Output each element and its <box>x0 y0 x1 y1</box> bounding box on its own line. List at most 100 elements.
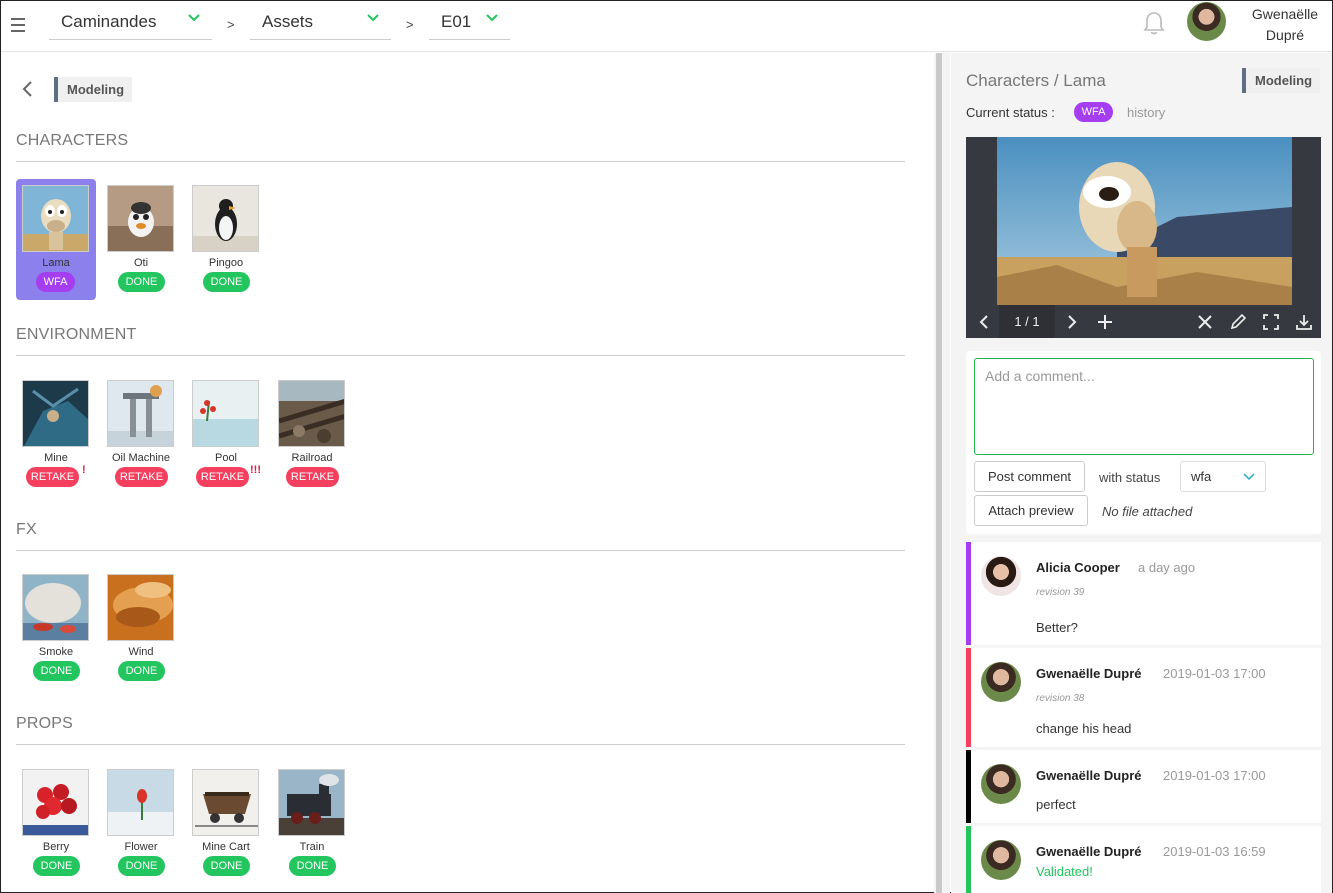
chevron-right-icon[interactable] <box>1063 313 1081 331</box>
asset-name: Pool <box>214 452 238 464</box>
asset-card-lama[interactable]: Lama WFA <box>16 179 96 300</box>
asset-thumbnail <box>22 769 89 836</box>
asset-card-flower[interactable]: Flower DONE <box>101 763 181 884</box>
task-type-label: Modeling <box>54 77 133 102</box>
status-select[interactable]: wfa <box>1180 461 1266 492</box>
comment-text: change his head <box>1036 721 1132 736</box>
top-bar: Caminandes > Assets > E01 Gwenaëlle Dupr… <box>1 1 1332 52</box>
asset-card-mine[interactable]: Mine RETAKE ! <box>16 374 96 495</box>
comment-date: a day ago <box>1138 560 1196 575</box>
section-title-props: PROPS <box>16 715 74 732</box>
chevron-down-icon <box>486 14 498 22</box>
comment-revision: revision 38 <box>1036 693 1085 704</box>
panel-splitter[interactable] <box>934 53 950 893</box>
section-title-environment: ENVIRONMENT <box>16 326 137 343</box>
avatar <box>981 556 1021 596</box>
pencil-icon[interactable] <box>1229 313 1247 331</box>
preview-controls: 1 / 1 <box>966 305 1321 338</box>
comment-item: Gwenaëlle Dupré 2019-01-03 16:59 Validat… <box>966 826 1321 893</box>
asset-thumbnail <box>192 769 259 836</box>
status-select-value: wfa <box>1191 469 1212 484</box>
type-select[interactable]: Assets <box>250 7 391 40</box>
fullscreen-icon[interactable] <box>1262 313 1280 331</box>
asset-thumbnail <box>107 769 174 836</box>
task-detail-panel: Characters / Lama Modeling Current statu… <box>951 53 1332 893</box>
asset-name: Flower <box>124 841 158 853</box>
status-badge: DONE <box>118 856 165 876</box>
asset-card-train[interactable]: Train DONE <box>272 763 352 884</box>
status-badge: RETAKE <box>286 467 339 487</box>
comment-form: Post comment with status wfa Attach prev… <box>966 351 1321 534</box>
no-file-label: No file attached <box>1102 504 1193 519</box>
asset-card-pingoo[interactable]: Pingoo DONE <box>186 179 266 300</box>
chevron-down-icon <box>367 14 379 22</box>
asset-card-berry[interactable]: Berry DONE <box>16 763 96 884</box>
entity-title: Characters / Lama <box>966 71 1106 90</box>
chevron-left-icon[interactable] <box>975 313 993 331</box>
avatar <box>981 662 1021 702</box>
priority-indicator: ! <box>82 464 86 476</box>
asset-card-wind[interactable]: Wind DONE <box>101 568 181 689</box>
asset-name: Lama <box>42 257 70 269</box>
status-badge: DONE <box>203 272 250 292</box>
comment-item: Gwenaëlle Dupré 2019-01-03 17:00 revisio… <box>966 648 1321 747</box>
section-divider <box>16 744 905 745</box>
comment-revision: revision 39 <box>1036 587 1085 598</box>
user-last-name: Dupré <box>1265 27 1305 43</box>
asset-card-oti[interactable]: Oti DONE <box>101 179 181 300</box>
asset-name: Berry <box>42 841 70 853</box>
preview-image[interactable] <box>997 137 1292 305</box>
back-arrow-icon[interactable] <box>20 80 34 98</box>
status-badge: WFA <box>1074 102 1113 122</box>
production-select[interactable]: Caminandes <box>49 7 212 40</box>
comment-item: Gwenaëlle Dupré 2019-01-03 17:00 perfect <box>966 750 1321 823</box>
asset-card-smoke[interactable]: Smoke DONE <box>16 568 96 689</box>
comment-text: Validated! <box>1036 864 1093 879</box>
comment-date: 2019-01-03 16:59 <box>1163 844 1266 859</box>
avatar <box>981 840 1021 880</box>
attach-preview-button[interactable]: Attach preview <box>974 495 1088 526</box>
asset-card-pool[interactable]: Pool RETAKE !!! <box>186 374 266 495</box>
section-divider <box>16 355 905 356</box>
asset-thumbnail <box>192 185 259 252</box>
asset-name: Mine Cart <box>202 841 250 853</box>
asset-name: Railroad <box>291 452 333 464</box>
priority-indicator: !!! <box>250 464 261 476</box>
comment-date: 2019-01-03 17:00 <box>1163 768 1266 783</box>
menu-icon[interactable] <box>11 13 27 37</box>
breadcrumb-separator: > <box>406 17 414 32</box>
episode-select[interactable]: E01 <box>429 7 510 40</box>
type-select-label: Assets <box>262 12 314 31</box>
comment-author: Gwenaëlle Dupré <box>1036 768 1142 783</box>
asset-name: Oti <box>133 257 149 269</box>
history-link[interactable]: history <box>1127 105 1165 120</box>
chevron-down-icon <box>1243 473 1255 481</box>
comment-author: Gwenaëlle Dupré <box>1036 666 1142 681</box>
asset-name: Oil Machine <box>111 452 171 464</box>
avatar[interactable] <box>1187 2 1226 41</box>
asset-list-panel: Modeling CHARACTERS Lama WFA Oti DONE Pi… <box>1 53 934 893</box>
close-icon[interactable] <box>1196 313 1214 331</box>
post-comment-button[interactable]: Post comment <box>974 461 1085 492</box>
status-badge: DONE <box>118 272 165 292</box>
asset-name: Wind <box>128 646 154 658</box>
episode-select-label: E01 <box>441 12 472 31</box>
status-badge: DONE <box>203 856 250 876</box>
plus-icon[interactable] <box>1096 313 1114 331</box>
user-name[interactable]: Gwenaëlle Dupré <box>1247 4 1323 46</box>
asset-thumbnail <box>22 574 89 641</box>
asset-name: Pingoo <box>208 257 244 269</box>
asset-card-railroad[interactable]: Railroad RETAKE <box>272 374 352 495</box>
download-icon[interactable] <box>1295 313 1313 331</box>
comment-author: Alicia Cooper <box>1036 560 1120 575</box>
comment-input[interactable] <box>974 358 1314 455</box>
with-status-label: with status <box>1099 470 1161 485</box>
bell-icon[interactable] <box>1142 10 1166 36</box>
preview-player: 1 / 1 <box>966 137 1321 338</box>
status-badge: RETAKE <box>196 467 249 487</box>
section-divider <box>16 161 905 162</box>
asset-card-mine-cart[interactable]: Mine Cart DONE <box>186 763 266 884</box>
asset-card-oil-machine[interactable]: Oil Machine RETAKE <box>101 374 181 495</box>
section-divider <box>16 550 905 551</box>
asset-name: Smoke <box>38 646 74 658</box>
